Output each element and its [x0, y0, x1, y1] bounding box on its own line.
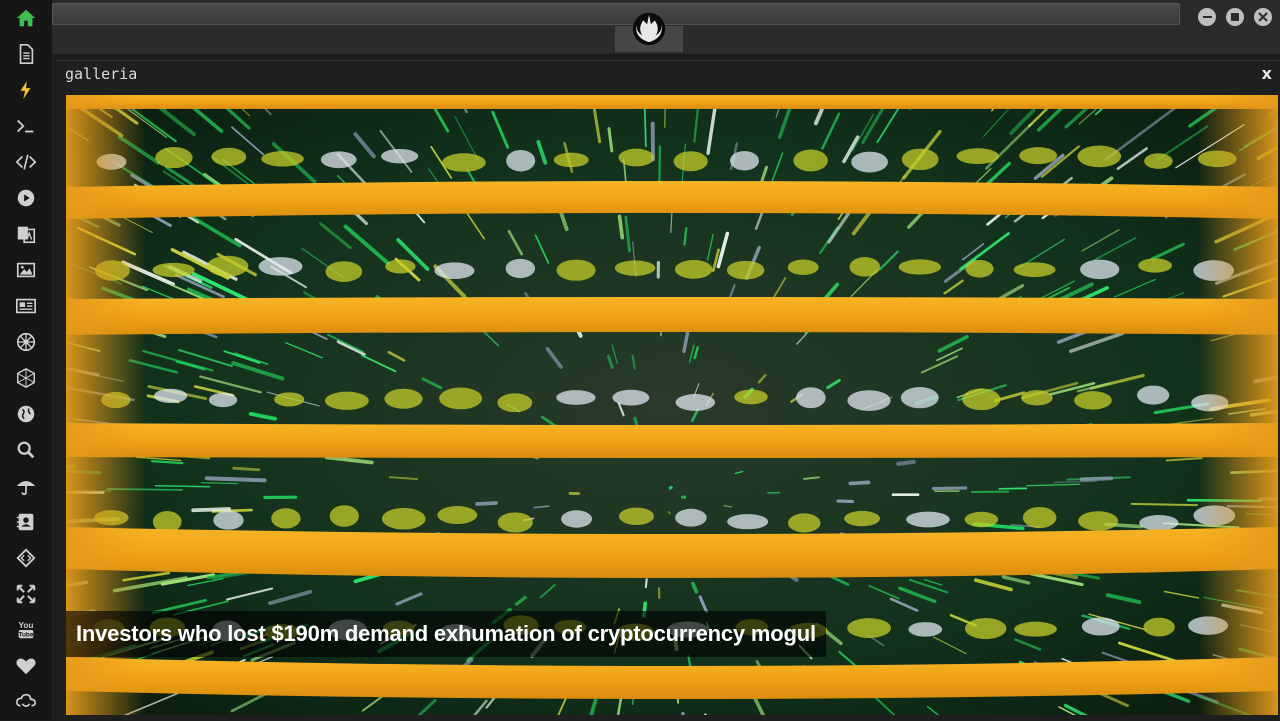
- translate-icon[interactable]: [8, 218, 44, 250]
- window-title: galleria: [65, 65, 137, 83]
- play-icon[interactable]: [8, 182, 44, 214]
- globe-icon[interactable]: [8, 398, 44, 430]
- contact-book-icon[interactable]: [8, 506, 44, 538]
- search-icon[interactable]: [8, 434, 44, 466]
- terminal-icon[interactable]: [8, 110, 44, 142]
- lightning-icon[interactable]: [8, 74, 44, 106]
- empire-icon[interactable]: [8, 326, 44, 358]
- cloud-link-icon[interactable]: [8, 686, 44, 718]
- minimize-button[interactable]: [1198, 8, 1216, 26]
- document-icon[interactable]: [8, 38, 44, 70]
- dev-diamond-icon[interactable]: [8, 542, 44, 574]
- newspaper-icon[interactable]: [8, 290, 44, 322]
- svg-text:Tube: Tube: [19, 631, 34, 638]
- left-icon-rail: YouTube: [0, 0, 53, 720]
- image-icon[interactable]: [8, 254, 44, 286]
- maximize-button[interactable]: [1226, 8, 1244, 26]
- hexagon-icon[interactable]: [8, 362, 44, 394]
- home-icon[interactable]: [8, 2, 44, 34]
- gallery-image[interactable]: Investors who lost $190m demand exhumati…: [66, 95, 1278, 715]
- close-window-button[interactable]: x: [1262, 64, 1272, 83]
- svg-text:You: You: [19, 621, 34, 630]
- youtube-icon[interactable]: YouTube: [8, 614, 44, 646]
- heart-icon[interactable]: [8, 650, 44, 682]
- expand-icon[interactable]: [8, 578, 44, 610]
- code-icon[interactable]: [8, 146, 44, 178]
- galleria-window: galleria x: [57, 60, 1280, 721]
- gallery-caption: Investors who lost $190m demand exhumati…: [66, 611, 826, 657]
- close-app-button[interactable]: [1254, 8, 1272, 26]
- rebel-alliance-logo-icon: [630, 9, 668, 47]
- address-bar[interactable]: [52, 3, 1180, 25]
- umbrella-icon[interactable]: [8, 470, 44, 502]
